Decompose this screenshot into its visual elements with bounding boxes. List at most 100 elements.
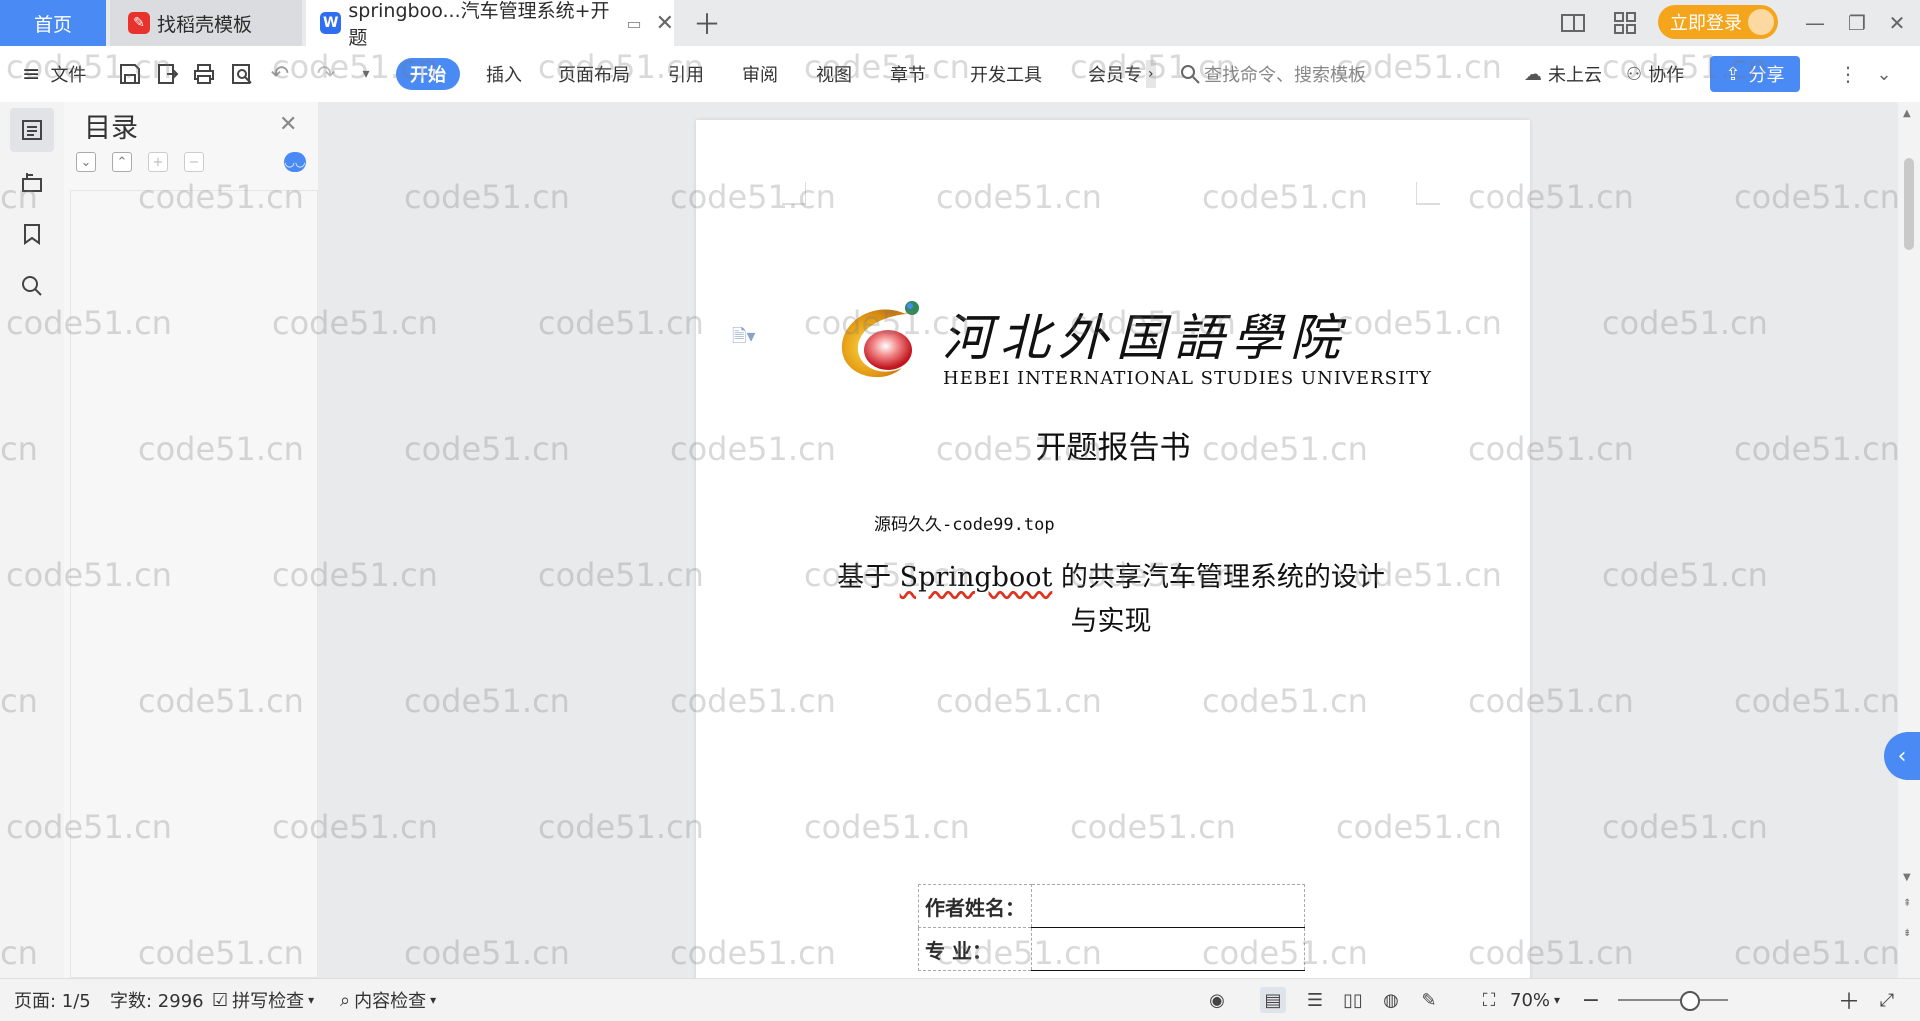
command-search[interactable]: 查找命令、搜索模板 xyxy=(1180,46,1400,102)
zoom-level[interactable]: 70% ▾ xyxy=(1510,979,1560,1021)
write-mode-icon[interactable]: ✎ xyxy=(1416,987,1442,1013)
print-preview-icon[interactable] xyxy=(228,60,256,88)
vertical-scrollbar[interactable]: ▲ ▼ ⇞ ⇟ xyxy=(1898,102,1920,978)
paragraph-options-icon[interactable]: 🗎▾ xyxy=(732,324,756,354)
monitor-icon[interactable]: ▭ xyxy=(626,14,641,33)
smart-toc-icon[interactable]: ◡◡ xyxy=(284,152,306,172)
avatar xyxy=(1748,9,1774,35)
share-icon: ⇪ xyxy=(1725,63,1741,85)
zoom-out-icon[interactable]: − xyxy=(1578,987,1604,1013)
tab-developer[interactable]: 开发工具 xyxy=(970,46,1042,102)
redo-icon[interactable]: ↷ xyxy=(312,60,340,88)
collab-button[interactable]: ⚇ 协作 xyxy=(1626,46,1684,102)
share-button[interactable]: ⇪ 分享 xyxy=(1710,56,1800,92)
tab-bar: 首页 ✎ 找稻壳模板 W springboo...汽车管理系统+开题 ▭ ✕ ＋… xyxy=(0,0,1920,49)
page-indicator[interactable]: 页面: 1/5 xyxy=(14,979,91,1021)
margin-corner-top-right xyxy=(1416,182,1440,205)
close-icon[interactable]: ✕ xyxy=(279,112,297,137)
zoom-slider-handle[interactable] xyxy=(1680,991,1700,1011)
close-window-icon[interactable]: ✕ xyxy=(1884,10,1910,36)
new-tab-icon[interactable]: ＋ xyxy=(690,6,724,41)
next-page-icon[interactable]: ⇟ xyxy=(1903,928,1911,939)
scroll-up-icon[interactable]: ▲ xyxy=(1903,108,1911,119)
major-field[interactable] xyxy=(1031,927,1305,971)
toc-title: 目录 xyxy=(84,113,138,144)
margin-corner-top-left xyxy=(782,182,806,205)
quick-access-chevron-icon[interactable]: ▾ xyxy=(352,60,380,88)
tab-member[interactable]: 会员专 › xyxy=(1088,46,1156,102)
toc-panel-icon[interactable] xyxy=(10,108,54,152)
outline-view-icon[interactable]: ☰ xyxy=(1302,987,1328,1013)
print-icon[interactable] xyxy=(190,60,218,88)
more-tabs-icon[interactable]: › xyxy=(1146,60,1156,88)
document-canvas[interactable]: 🗎▾ 河北外国語學院 HEBEI INTERNATIONAL STUDIES U… xyxy=(318,102,1898,978)
restore-icon[interactable]: ❐ xyxy=(1844,10,1870,36)
tab-chapter[interactable]: 章节 xyxy=(890,46,926,102)
fullscreen-icon[interactable]: ⤢ xyxy=(1874,987,1900,1013)
cloud-status[interactable]: ☁ 未上云 xyxy=(1524,46,1602,102)
minimize-icon[interactable]: — xyxy=(1802,10,1828,36)
spell-check-label: 拼写检查 xyxy=(232,991,305,1012)
more-options-icon[interactable]: ⋮ xyxy=(1834,60,1862,88)
thesis-title: 基于 Springboot 的共享汽车管理系统的设计 与实现 xyxy=(796,556,1426,644)
collapse-ribbon-icon[interactable]: ⌄ xyxy=(1870,60,1898,88)
table-row: 作者姓名： xyxy=(918,884,1305,928)
title-second-line: 与实现 xyxy=(1070,606,1152,637)
file-menu[interactable]: ≡ 文件 xyxy=(22,46,86,102)
expand-icon[interactable]: ⌄ xyxy=(76,152,96,172)
title-rest: 的共享汽车管理系统的设计 xyxy=(1052,562,1385,593)
university-logo-emblem xyxy=(841,301,919,378)
bookmark-icon[interactable] xyxy=(10,212,54,256)
fit-page-icon[interactable]: ⛶ xyxy=(1476,987,1502,1013)
table-row: 专 业： xyxy=(918,927,1305,971)
docer-icon: ✎ xyxy=(128,12,150,34)
cloud-icon: ☁ xyxy=(1524,63,1542,85)
web-view-icon[interactable]: ◍ xyxy=(1378,987,1404,1013)
grid-apps-icon[interactable] xyxy=(1612,10,1638,36)
close-tab-icon[interactable]: ✕ xyxy=(656,11,674,36)
content-check-button[interactable]: ⌕ 内容检查 ▾ xyxy=(340,979,436,1021)
tab-references[interactable]: 引用 xyxy=(668,46,704,102)
eye-protection-icon[interactable]: ◉ xyxy=(1204,987,1230,1013)
zoom-slider[interactable] xyxy=(1618,991,1728,1011)
login-button[interactable]: 立即登录 xyxy=(1658,5,1778,39)
tab-view[interactable]: 视图 xyxy=(816,46,852,102)
find-icon[interactable] xyxy=(10,264,54,308)
prev-page-icon[interactable]: ⇞ xyxy=(1903,898,1911,909)
left-rail xyxy=(0,102,65,978)
add-heading-icon[interactable]: + xyxy=(148,152,168,172)
source-line: 源码久久-code99.top xyxy=(874,515,1055,535)
layout-icon[interactable] xyxy=(1560,10,1586,36)
search-placeholder: 查找命令、搜索模板 xyxy=(1204,65,1366,86)
reading-view-icon[interactable]: ▯▯ xyxy=(1340,987,1366,1013)
navigation-icon[interactable] xyxy=(10,160,54,204)
page-view-icon[interactable]: ▤ xyxy=(1260,987,1286,1013)
tab-page-layout[interactable]: 页面布局 xyxy=(558,46,630,102)
tab-document[interactable]: W springboo...汽车管理系统+开题 ▭ ✕ xyxy=(306,0,674,49)
login-label: 立即登录 xyxy=(1670,13,1742,34)
word-count[interactable]: 字数: 2996 xyxy=(110,979,204,1021)
zoom-value: 70% xyxy=(1510,989,1551,1011)
tab-review[interactable]: 审阅 xyxy=(742,46,778,102)
undo-icon[interactable]: ↶ xyxy=(266,60,294,88)
author-field[interactable] xyxy=(1031,884,1305,928)
tab-start[interactable]: 开始 xyxy=(396,58,460,90)
scroll-down-icon[interactable]: ▼ xyxy=(1903,872,1911,883)
zoom-in-icon[interactable]: ＋ xyxy=(1836,987,1862,1015)
scroll-thumb[interactable] xyxy=(1904,158,1914,250)
remove-heading-icon[interactable]: − xyxy=(184,152,204,172)
university-name-en: HEBEI INTERNATIONAL STUDIES UNIVERSITY xyxy=(943,368,1432,389)
document-page[interactable]: 🗎▾ 河北外国語學院 HEBEI INTERNATIONAL STUDIES U… xyxy=(696,120,1530,978)
tab-insert[interactable]: 插入 xyxy=(486,46,522,102)
tab-template-store[interactable]: ✎ 找稻壳模板 xyxy=(110,0,302,46)
spell-check-button[interactable]: ☑ 拼写检查 ▾ xyxy=(212,979,314,1021)
spell-check-icon: ☑ xyxy=(212,989,229,1011)
save-icon[interactable] xyxy=(116,60,144,88)
status-bar: 页面: 1/5 字数: 2996 ☑ 拼写检查 ▾ ⌕ 内容检查 ▾ ◉ ▤ ☰… xyxy=(0,978,1920,1021)
tab-home[interactable]: 首页 xyxy=(0,0,106,46)
export-icon[interactable] xyxy=(154,60,182,88)
cloud-status-label: 未上云 xyxy=(1548,65,1602,86)
collapse-icon[interactable]: ⌃ xyxy=(112,152,132,172)
tab-document-label: springboo...汽车管理系统+开题 xyxy=(348,0,610,49)
university-name-cn: 河北外国語學院 xyxy=(942,309,1348,367)
